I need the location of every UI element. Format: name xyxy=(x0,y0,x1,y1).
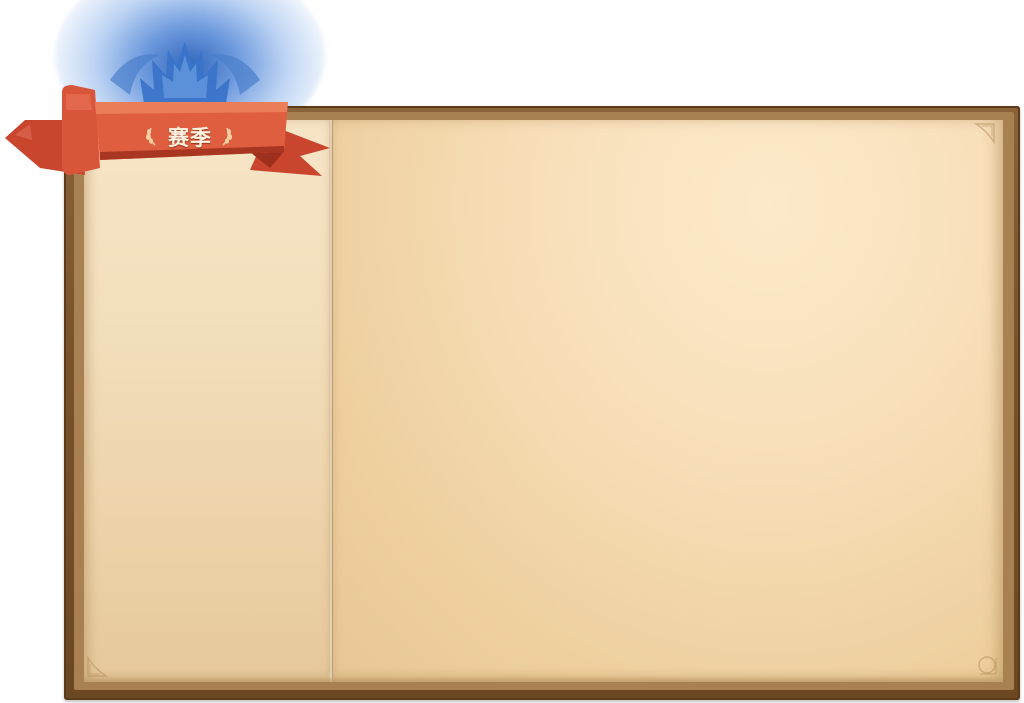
corner-ornament-icon xyxy=(974,123,995,144)
left-page xyxy=(84,120,330,682)
right-page xyxy=(333,120,1003,682)
corner-ornament-icon xyxy=(87,656,108,677)
season-screen: 赛季 xyxy=(0,0,1024,703)
corner-ornament-icon xyxy=(978,656,997,675)
laurel-right-icon xyxy=(222,127,232,146)
season-title: 赛季 xyxy=(168,126,212,150)
page-bottom-edge xyxy=(84,676,1003,682)
